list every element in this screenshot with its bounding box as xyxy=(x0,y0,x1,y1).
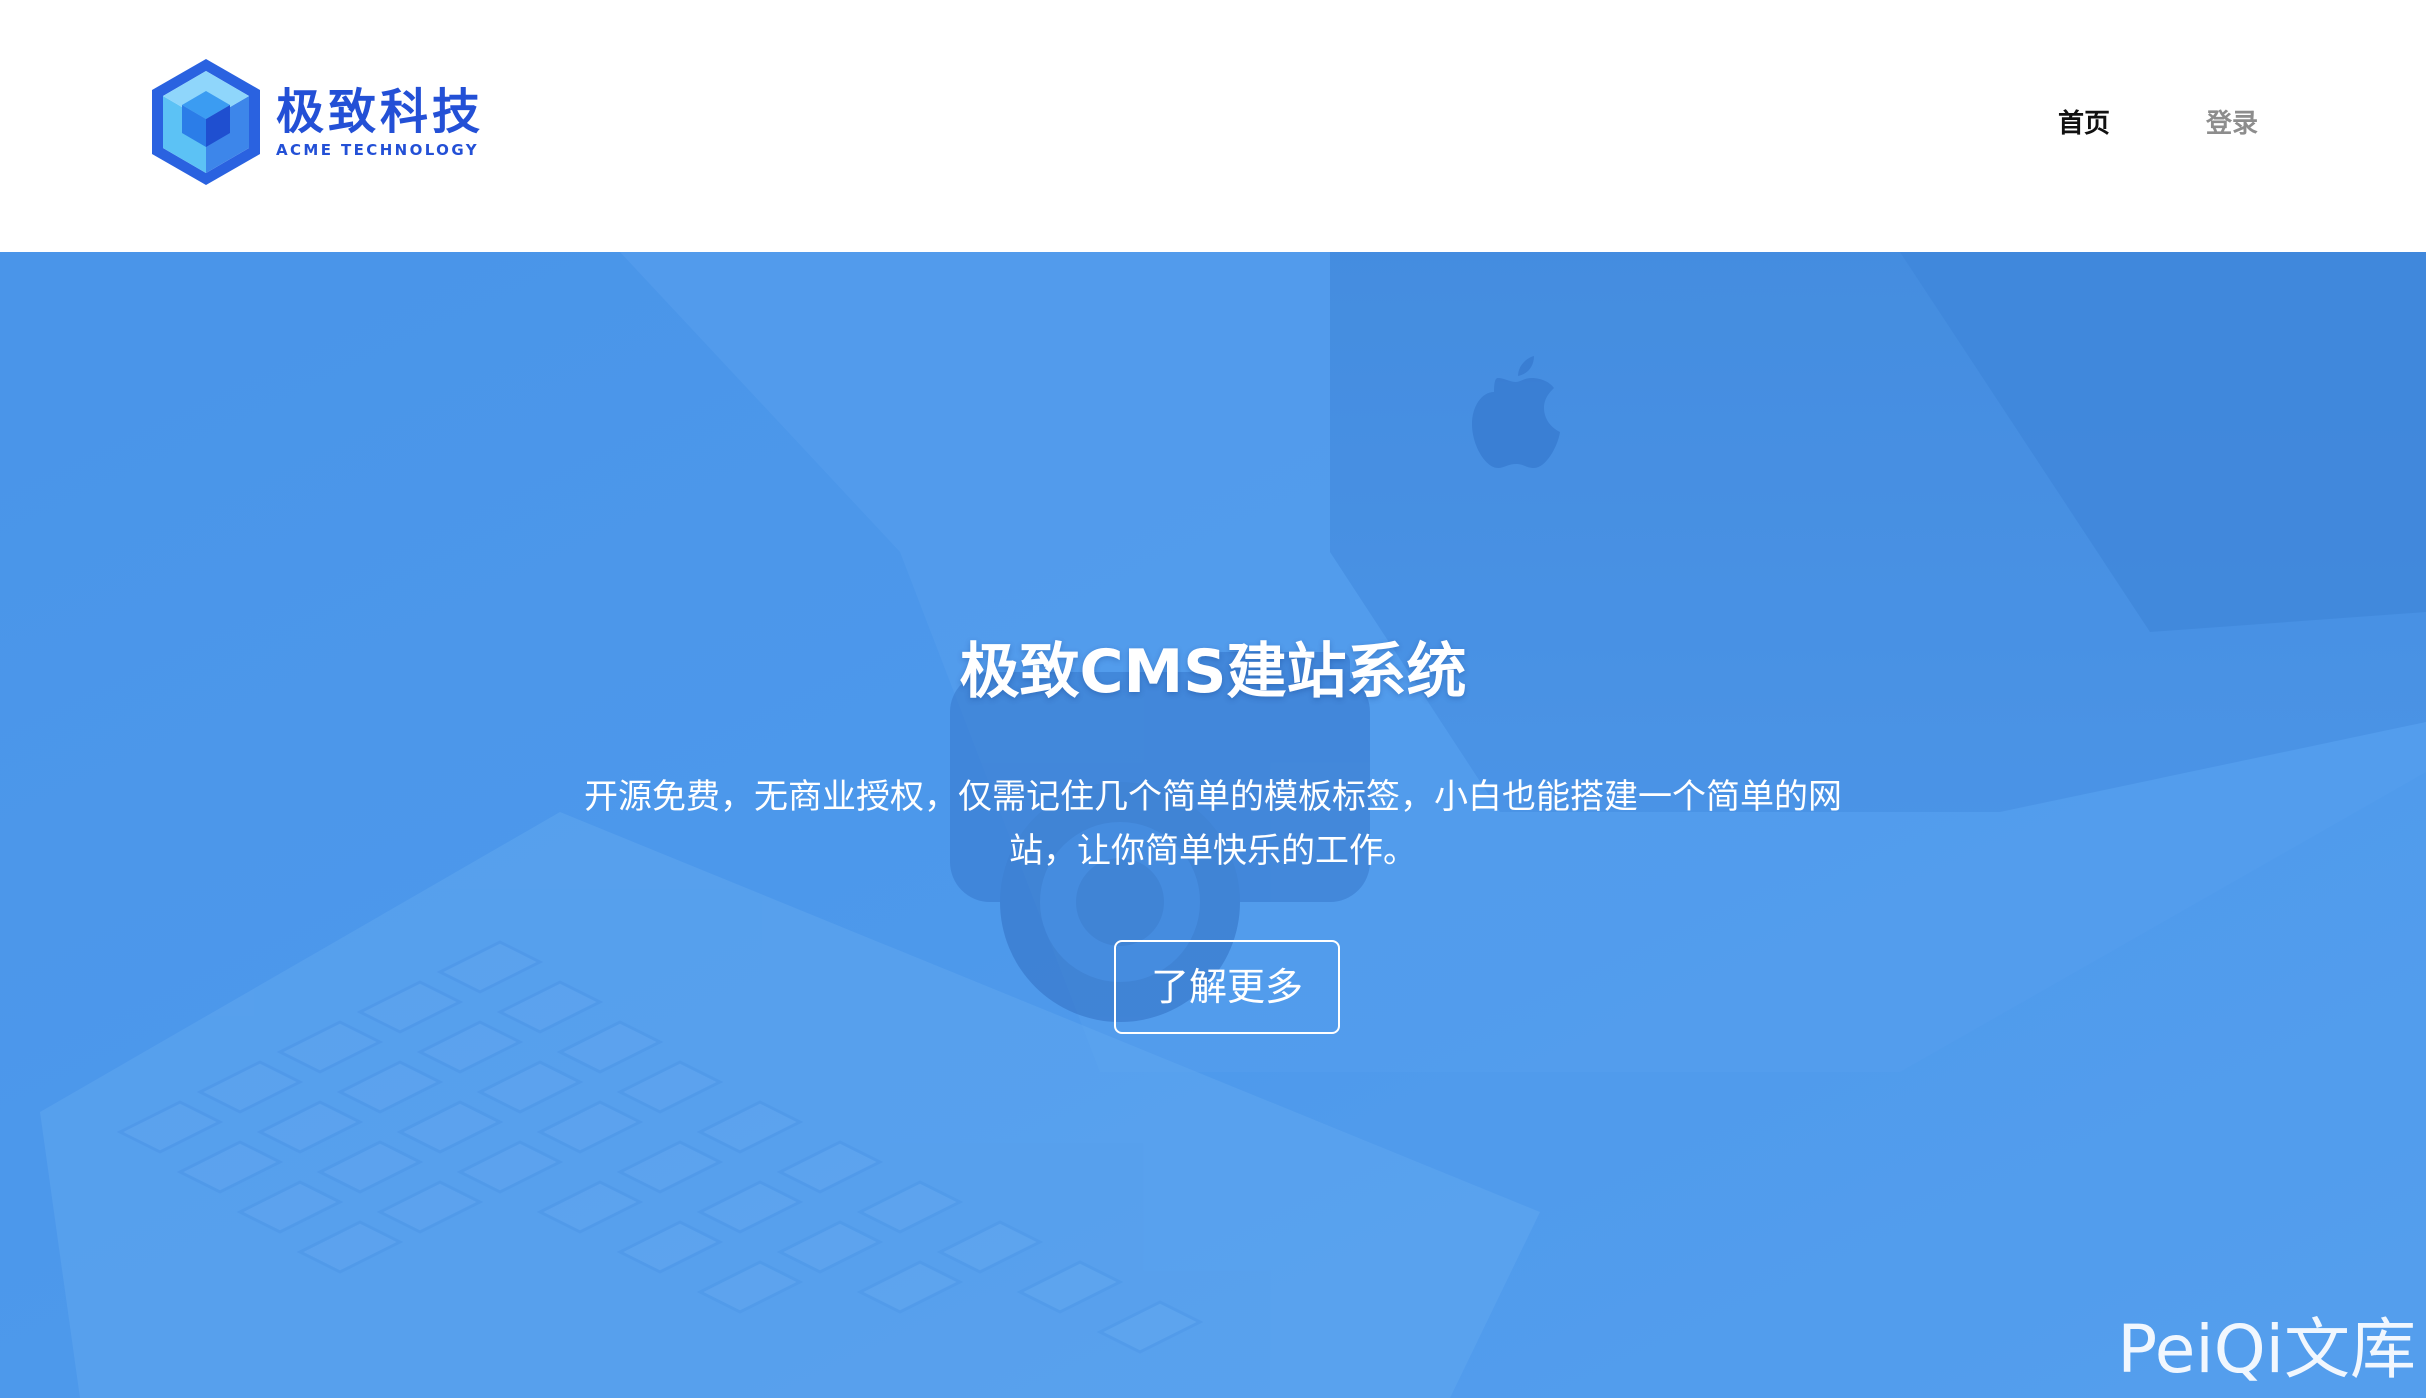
nav-item-login[interactable]: 登录 xyxy=(2206,104,2258,144)
nav-item-home[interactable]: 首页 xyxy=(2058,104,2110,144)
page: 极致科技 ACME TECHNOLOGY 首页 登录 极致CMS建站系统 开源免… xyxy=(0,0,2426,1398)
hero-description: 开源免费，无商业授权，仅需记住几个简单的模板标签，小白也能搭建一个简单的网站，让… xyxy=(584,777,1842,871)
site-logo[interactable]: 极致科技 ACME TECHNOLOGY xyxy=(150,55,500,189)
logo-name-cn: 极致科技 xyxy=(276,84,485,140)
site-header: 极致科技 ACME TECHNOLOGY 首页 登录 xyxy=(0,0,2426,252)
cube-logo-icon xyxy=(152,59,260,185)
logo-name-en: ACME TECHNOLOGY xyxy=(276,141,479,159)
hero-title: 极致CMS建站系统 xyxy=(959,637,1467,707)
main-nav: 首页 登录 xyxy=(2058,104,2258,144)
watermark-text: PeiQi文库 xyxy=(2117,1311,2416,1388)
logo-text: 极致科技 ACME TECHNOLOGY xyxy=(276,84,484,160)
hero-banner: 极致CMS建站系统 开源免费，无商业授权，仅需记住几个简单的模板标签，小白也能搭… xyxy=(0,252,2426,1398)
hero-content: 极致CMS建站系统 开源免费，无商业授权，仅需记住几个简单的模板标签，小白也能搭… xyxy=(0,252,2426,1398)
learn-more-button[interactable]: 了解更多 xyxy=(1114,940,1340,1034)
